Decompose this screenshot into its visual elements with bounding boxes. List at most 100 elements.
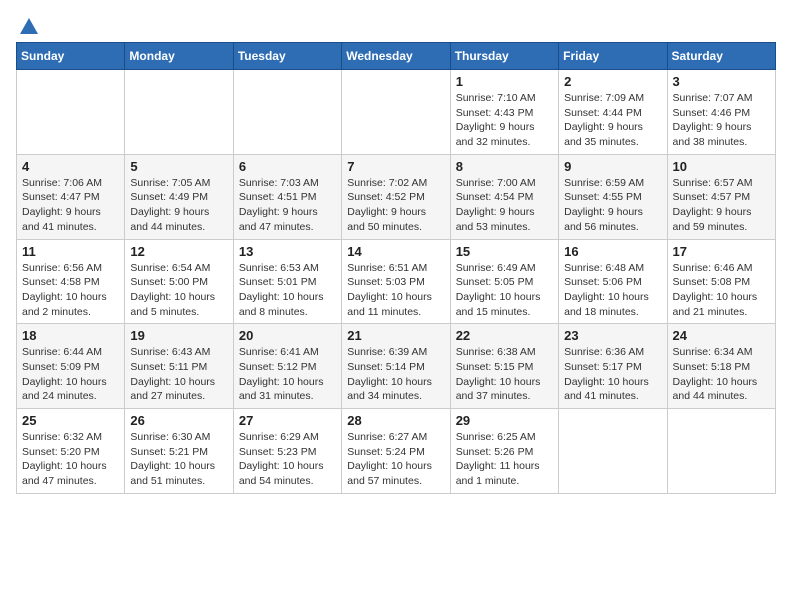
day-of-week-header: Monday <box>125 43 233 70</box>
header <box>16 16 776 34</box>
day-info: Sunrise: 7:09 AM Sunset: 4:44 PM Dayligh… <box>564 91 661 150</box>
day-info: Sunrise: 6:53 AM Sunset: 5:01 PM Dayligh… <box>239 261 336 320</box>
calendar-cell <box>17 70 125 155</box>
day-info: Sunrise: 6:32 AM Sunset: 5:20 PM Dayligh… <box>22 430 119 489</box>
calendar-header-row: SundayMondayTuesdayWednesdayThursdayFrid… <box>17 43 776 70</box>
day-number: 6 <box>239 159 336 174</box>
calendar-cell: 29 Sunrise: 6:25 AM Sunset: 5:26 PM Dayli… <box>450 409 558 494</box>
calendar-cell: 25 Sunrise: 6:32 AM Sunset: 5:20 PM Dayli… <box>17 409 125 494</box>
day-number: 5 <box>130 159 227 174</box>
calendar-cell: 4 Sunrise: 7:06 AM Sunset: 4:47 PM Daylig… <box>17 154 125 239</box>
day-info: Sunrise: 6:27 AM Sunset: 5:24 PM Dayligh… <box>347 430 444 489</box>
calendar-cell: 19 Sunrise: 6:43 AM Sunset: 5:11 PM Dayli… <box>125 324 233 409</box>
day-info: Sunrise: 7:02 AM Sunset: 4:52 PM Dayligh… <box>347 176 444 235</box>
day-info: Sunrise: 6:30 AM Sunset: 5:21 PM Dayligh… <box>130 430 227 489</box>
day-info: Sunrise: 6:25 AM Sunset: 5:26 PM Dayligh… <box>456 430 553 489</box>
calendar-cell: 9 Sunrise: 6:59 AM Sunset: 4:55 PM Daylig… <box>559 154 667 239</box>
calendar-cell: 10 Sunrise: 6:57 AM Sunset: 4:57 PM Dayli… <box>667 154 775 239</box>
day-number: 16 <box>564 244 661 259</box>
day-number: 14 <box>347 244 444 259</box>
calendar-cell: 7 Sunrise: 7:02 AM Sunset: 4:52 PM Daylig… <box>342 154 450 239</box>
calendar-cell: 2 Sunrise: 7:09 AM Sunset: 4:44 PM Daylig… <box>559 70 667 155</box>
calendar-cell: 8Sunrise: 7:00 AM Sunset: 4:54 PM Daylig… <box>450 154 558 239</box>
day-info: Sunrise: 6:38 AM Sunset: 5:15 PM Dayligh… <box>456 345 553 404</box>
day-number: 29 <box>456 413 553 428</box>
day-number: 13 <box>239 244 336 259</box>
calendar-week-row: 1Sunrise: 7:10 AM Sunset: 4:43 PM Daylig… <box>17 70 776 155</box>
day-info: Sunrise: 7:07 AM Sunset: 4:46 PM Dayligh… <box>673 91 770 150</box>
day-info: Sunrise: 6:54 AM Sunset: 5:00 PM Dayligh… <box>130 261 227 320</box>
day-info: Sunrise: 6:43 AM Sunset: 5:11 PM Dayligh… <box>130 345 227 404</box>
calendar-week-row: 18 Sunrise: 6:44 AM Sunset: 5:09 PM Dayli… <box>17 324 776 409</box>
day-number: 3 <box>673 74 770 89</box>
day-number: 21 <box>347 328 444 343</box>
day-info: Sunrise: 7:05 AM Sunset: 4:49 PM Dayligh… <box>130 176 227 235</box>
day-number: 12 <box>130 244 227 259</box>
day-info: Sunrise: 7:06 AM Sunset: 4:47 PM Dayligh… <box>22 176 119 235</box>
day-info: Sunrise: 6:56 AM Sunset: 4:58 PM Dayligh… <box>22 261 119 320</box>
day-number: 27 <box>239 413 336 428</box>
day-info: Sunrise: 6:36 AM Sunset: 5:17 PM Dayligh… <box>564 345 661 404</box>
calendar-cell <box>125 70 233 155</box>
day-info: Sunrise: 6:44 AM Sunset: 5:09 PM Dayligh… <box>22 345 119 404</box>
day-info: Sunrise: 6:49 AM Sunset: 5:05 PM Dayligh… <box>456 261 553 320</box>
day-info: Sunrise: 6:48 AM Sunset: 5:06 PM Dayligh… <box>564 261 661 320</box>
day-info: Sunrise: 7:03 AM Sunset: 4:51 PM Dayligh… <box>239 176 336 235</box>
calendar-cell: 15 Sunrise: 6:49 AM Sunset: 5:05 PM Dayli… <box>450 239 558 324</box>
day-number: 9 <box>564 159 661 174</box>
day-info: Sunrise: 6:39 AM Sunset: 5:14 PM Dayligh… <box>347 345 444 404</box>
day-number: 7 <box>347 159 444 174</box>
day-number: 20 <box>239 328 336 343</box>
day-info: Sunrise: 6:41 AM Sunset: 5:12 PM Dayligh… <box>239 345 336 404</box>
day-number: 25 <box>22 413 119 428</box>
day-of-week-header: Saturday <box>667 43 775 70</box>
day-info: Sunrise: 6:34 AM Sunset: 5:18 PM Dayligh… <box>673 345 770 404</box>
day-number: 15 <box>456 244 553 259</box>
calendar-week-row: 11Sunrise: 6:56 AM Sunset: 4:58 PM Dayli… <box>17 239 776 324</box>
calendar-cell: 16 Sunrise: 6:48 AM Sunset: 5:06 PM Dayli… <box>559 239 667 324</box>
calendar-cell: 20 Sunrise: 6:41 AM Sunset: 5:12 PM Dayli… <box>233 324 341 409</box>
day-info: Sunrise: 6:51 AM Sunset: 5:03 PM Dayligh… <box>347 261 444 320</box>
day-info: Sunrise: 6:59 AM Sunset: 4:55 PM Dayligh… <box>564 176 661 235</box>
calendar-cell: 21 Sunrise: 6:39 AM Sunset: 5:14 PM Dayli… <box>342 324 450 409</box>
calendar-week-row: 25 Sunrise: 6:32 AM Sunset: 5:20 PM Dayli… <box>17 409 776 494</box>
day-number: 8 <box>456 159 553 174</box>
calendar-cell: 24 Sunrise: 6:34 AM Sunset: 5:18 PM Dayli… <box>667 324 775 409</box>
day-of-week-header: Tuesday <box>233 43 341 70</box>
calendar-table: SundayMondayTuesdayWednesdayThursdayFrid… <box>16 42 776 494</box>
day-number: 18 <box>22 328 119 343</box>
calendar-cell: 27 Sunrise: 6:29 AM Sunset: 5:23 PM Dayli… <box>233 409 341 494</box>
day-number: 1 <box>456 74 553 89</box>
calendar-cell: 13 Sunrise: 6:53 AM Sunset: 5:01 PM Dayli… <box>233 239 341 324</box>
day-number: 19 <box>130 328 227 343</box>
day-number: 17 <box>673 244 770 259</box>
day-of-week-header: Sunday <box>17 43 125 70</box>
day-number: 2 <box>564 74 661 89</box>
calendar-cell: 26 Sunrise: 6:30 AM Sunset: 5:21 PM Dayli… <box>125 409 233 494</box>
calendar-cell: 12 Sunrise: 6:54 AM Sunset: 5:00 PM Dayli… <box>125 239 233 324</box>
logo <box>16 16 40 34</box>
day-number: 28 <box>347 413 444 428</box>
day-info: Sunrise: 6:57 AM Sunset: 4:57 PM Dayligh… <box>673 176 770 235</box>
day-of-week-header: Friday <box>559 43 667 70</box>
day-of-week-header: Thursday <box>450 43 558 70</box>
calendar-cell: 11Sunrise: 6:56 AM Sunset: 4:58 PM Dayli… <box>17 239 125 324</box>
calendar-cell: 22 Sunrise: 6:38 AM Sunset: 5:15 PM Dayli… <box>450 324 558 409</box>
calendar-cell <box>667 409 775 494</box>
day-info: Sunrise: 6:46 AM Sunset: 5:08 PM Dayligh… <box>673 261 770 320</box>
calendar-cell: 28 Sunrise: 6:27 AM Sunset: 5:24 PM Dayli… <box>342 409 450 494</box>
day-number: 10 <box>673 159 770 174</box>
day-number: 22 <box>456 328 553 343</box>
calendar-cell: 6 Sunrise: 7:03 AM Sunset: 4:51 PM Daylig… <box>233 154 341 239</box>
day-number: 4 <box>22 159 119 174</box>
calendar-cell: 23Sunrise: 6:36 AM Sunset: 5:17 PM Dayli… <box>559 324 667 409</box>
calendar-cell <box>559 409 667 494</box>
calendar-cell: 17 Sunrise: 6:46 AM Sunset: 5:08 PM Dayli… <box>667 239 775 324</box>
logo-icon <box>18 16 40 38</box>
day-of-week-header: Wednesday <box>342 43 450 70</box>
day-info: Sunrise: 6:29 AM Sunset: 5:23 PM Dayligh… <box>239 430 336 489</box>
calendar-cell: 5 Sunrise: 7:05 AM Sunset: 4:49 PM Daylig… <box>125 154 233 239</box>
calendar-cell <box>342 70 450 155</box>
day-number: 24 <box>673 328 770 343</box>
day-number: 26 <box>130 413 227 428</box>
